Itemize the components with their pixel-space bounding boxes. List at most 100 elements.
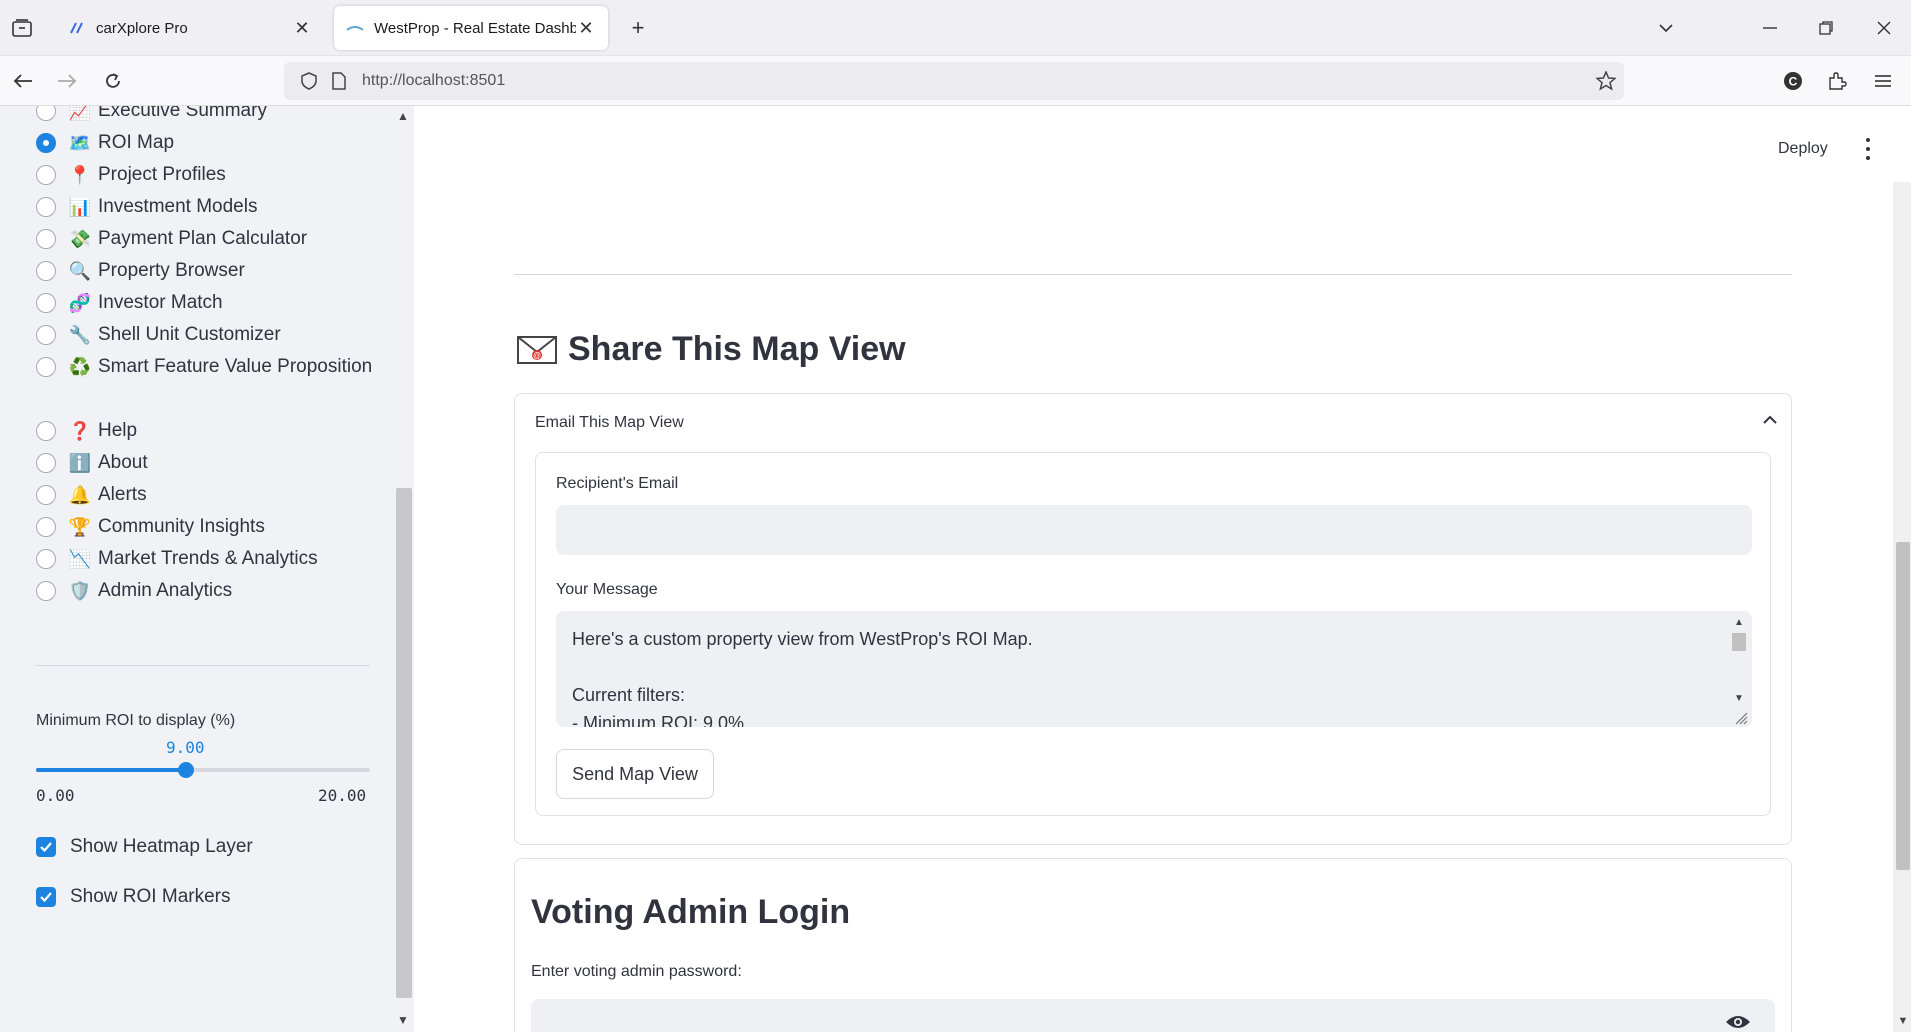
nav-emoji-icon: 💸 bbox=[68, 229, 92, 249]
url-text[interactable]: http://localhost:8501 bbox=[362, 72, 1588, 90]
westprop-favicon-icon bbox=[346, 19, 364, 37]
svg-text:@: @ bbox=[533, 351, 541, 360]
page-icon[interactable] bbox=[324, 72, 354, 90]
sidebar-item-label: Executive Summary bbox=[98, 106, 267, 121]
bookmark-star-icon[interactable] bbox=[1588, 71, 1624, 91]
sidebar-item-help[interactable]: ❓ Help bbox=[36, 418, 396, 450]
radio-button[interactable] bbox=[36, 293, 56, 313]
sidebar-item-label: Alerts bbox=[98, 484, 147, 505]
sidebar-scroll-thumb[interactable] bbox=[396, 488, 412, 998]
nav-emoji-icon: 📉 bbox=[68, 549, 92, 569]
expander-header[interactable]: Email This Map View bbox=[535, 414, 684, 432]
checkmark-icon[interactable] bbox=[36, 887, 56, 907]
tab-carxplore[interactable]: carXplore Pro ✕ bbox=[56, 6, 324, 50]
radio-button[interactable] bbox=[36, 357, 56, 377]
roi-slider-value: 9.00 bbox=[166, 738, 205, 757]
your-message-value: Here's a custom property view from WestP… bbox=[572, 629, 1033, 727]
your-message-label: Your Message bbox=[556, 581, 658, 598]
sidebar-item-admin-analytics[interactable]: 🛡️ Admin Analytics bbox=[36, 578, 396, 610]
textarea-scroll-thumb[interactable] bbox=[1732, 633, 1746, 651]
close-tab-icon[interactable]: ✕ bbox=[576, 18, 596, 39]
radio-button[interactable] bbox=[36, 133, 56, 153]
main-menu-kebab-icon[interactable] bbox=[1858, 136, 1878, 162]
scroll-up-icon[interactable]: ▲ bbox=[1730, 615, 1748, 629]
radio-button[interactable] bbox=[36, 517, 56, 537]
extensions-icon[interactable] bbox=[1822, 66, 1852, 96]
sidebar-item-community-insights[interactable]: 🏆 Community Insights bbox=[36, 514, 396, 546]
show-password-eye-icon[interactable] bbox=[1725, 1013, 1751, 1031]
roi-slider-track[interactable] bbox=[36, 762, 370, 778]
tab-westprop[interactable]: WestProp - Real Estate Dashboa ✕ bbox=[334, 6, 608, 50]
radio-button[interactable] bbox=[36, 106, 56, 121]
radio-button[interactable] bbox=[36, 581, 56, 601]
address-bar[interactable]: http://localhost:8501 bbox=[284, 62, 1624, 100]
chevron-up-icon[interactable] bbox=[1763, 412, 1777, 430]
tab-overview-icon[interactable] bbox=[4, 10, 40, 46]
radio-button[interactable] bbox=[36, 549, 56, 569]
sidebar-item-property-browser[interactable]: 🔍 Property Browser bbox=[36, 258, 396, 290]
sidebar-item-about[interactable]: ℹ️ About bbox=[36, 450, 396, 482]
radio-button[interactable] bbox=[36, 165, 56, 185]
nav-emoji-icon: 🗺️ bbox=[68, 133, 92, 153]
sidebar-item-roi-map[interactable]: 🗺️ ROI Map bbox=[36, 130, 396, 162]
shield-icon[interactable] bbox=[294, 72, 324, 90]
admin-password-input[interactable] bbox=[531, 999, 1775, 1032]
resize-grip-icon[interactable] bbox=[1734, 711, 1748, 725]
envelope-icon: @ bbox=[516, 335, 558, 365]
sidebar-item-smart-feature-value-proposition[interactable]: ♻️ Smart Feature Value Proposition bbox=[36, 354, 396, 418]
back-arrow-icon[interactable] bbox=[8, 66, 38, 96]
sidebar-item-shell-unit-customizer[interactable]: 🔧 Shell Unit Customizer bbox=[36, 322, 396, 354]
sidebar-item-project-profiles[interactable]: 📍 Project Profiles bbox=[36, 162, 396, 194]
close-tab-icon[interactable]: ✕ bbox=[292, 18, 312, 39]
scroll-up-icon[interactable]: ▲ bbox=[395, 108, 411, 124]
main-scroll-thumb[interactable] bbox=[1896, 542, 1910, 870]
new-tab-button[interactable]: + bbox=[624, 14, 652, 42]
nav-emoji-icon: ♻️ bbox=[68, 357, 92, 377]
account-icon[interactable]: C bbox=[1778, 66, 1808, 96]
restore-icon[interactable] bbox=[1812, 14, 1840, 42]
radio-button[interactable] bbox=[36, 261, 56, 281]
scroll-down-icon[interactable]: ▼ bbox=[1896, 1014, 1910, 1028]
show-heatmap-checkbox[interactable]: Show Heatmap Layer bbox=[36, 836, 253, 858]
menu-hamburger-icon[interactable] bbox=[1868, 66, 1898, 96]
recipient-email-input[interactable] bbox=[556, 505, 1752, 555]
sidebar-item-payment-plan-calculator[interactable]: 💸 Payment Plan Calculator bbox=[36, 226, 396, 258]
deploy-button[interactable]: Deploy bbox=[1778, 140, 1828, 158]
main-scrollbar[interactable]: ▼ bbox=[1893, 182, 1911, 1032]
checkmark-icon[interactable] bbox=[36, 837, 56, 857]
reload-icon[interactable] bbox=[98, 66, 128, 96]
sidebar: 📈 Executive Summary 🗺️ ROI Map 📍 Project Prof… bbox=[0, 106, 414, 1032]
textarea-scrollbar[interactable]: ▲ ▼ bbox=[1730, 615, 1748, 719]
sidebar-item-label: ROI Map bbox=[98, 132, 175, 153]
your-message-textarea[interactable]: Here's a custom property view from WestP… bbox=[556, 611, 1752, 727]
sidebar-item-investor-match[interactable]: 🧬 Investor Match bbox=[36, 290, 396, 322]
share-section-title: @ Share This Map View bbox=[516, 330, 906, 369]
sidebar-item-market-trends-analytics[interactable]: 📉 Market Trends & Analytics bbox=[36, 546, 396, 578]
radio-button[interactable] bbox=[36, 453, 56, 473]
sidebar-scrollbar[interactable]: ▲ ▼ bbox=[392, 106, 414, 1032]
sidebar-item-label: Admin Analytics bbox=[98, 580, 233, 601]
close-window-icon[interactable] bbox=[1870, 14, 1898, 42]
tab-list-chevron-icon[interactable] bbox=[1652, 14, 1680, 42]
radio-button[interactable] bbox=[36, 325, 56, 345]
sidebar-item-label: Payment Plan Calculator bbox=[98, 228, 308, 249]
show-roi-markers-checkbox[interactable]: Show ROI Markers bbox=[36, 886, 230, 908]
forward-arrow-icon[interactable] bbox=[52, 66, 82, 96]
sidebar-item-label: Shell Unit Customizer bbox=[98, 324, 281, 345]
radio-button[interactable] bbox=[36, 421, 56, 441]
radio-button[interactable] bbox=[36, 229, 56, 249]
nav-emoji-icon: 📍 bbox=[68, 165, 92, 185]
send-map-view-button[interactable]: Send Map View bbox=[556, 749, 714, 799]
sidebar-item-executive-summary[interactable]: 📈 Executive Summary bbox=[36, 106, 396, 130]
nav-emoji-icon: 🔧 bbox=[68, 325, 92, 345]
scroll-down-icon[interactable]: ▼ bbox=[1730, 691, 1748, 705]
sidebar-item-investment-models[interactable]: 📊 Investment Models bbox=[36, 194, 396, 226]
radio-button[interactable] bbox=[36, 485, 56, 505]
sidebar-item-alerts[interactable]: 🔔 Alerts bbox=[36, 482, 396, 514]
radio-button[interactable] bbox=[36, 197, 56, 217]
sidebar-item-label: Help bbox=[98, 420, 138, 441]
scroll-down-icon[interactable]: ▼ bbox=[395, 1012, 411, 1028]
minimize-icon[interactable] bbox=[1756, 14, 1784, 42]
roi-slider-thumb[interactable] bbox=[178, 762, 195, 778]
show-roi-markers-label: Show ROI Markers bbox=[70, 886, 231, 907]
